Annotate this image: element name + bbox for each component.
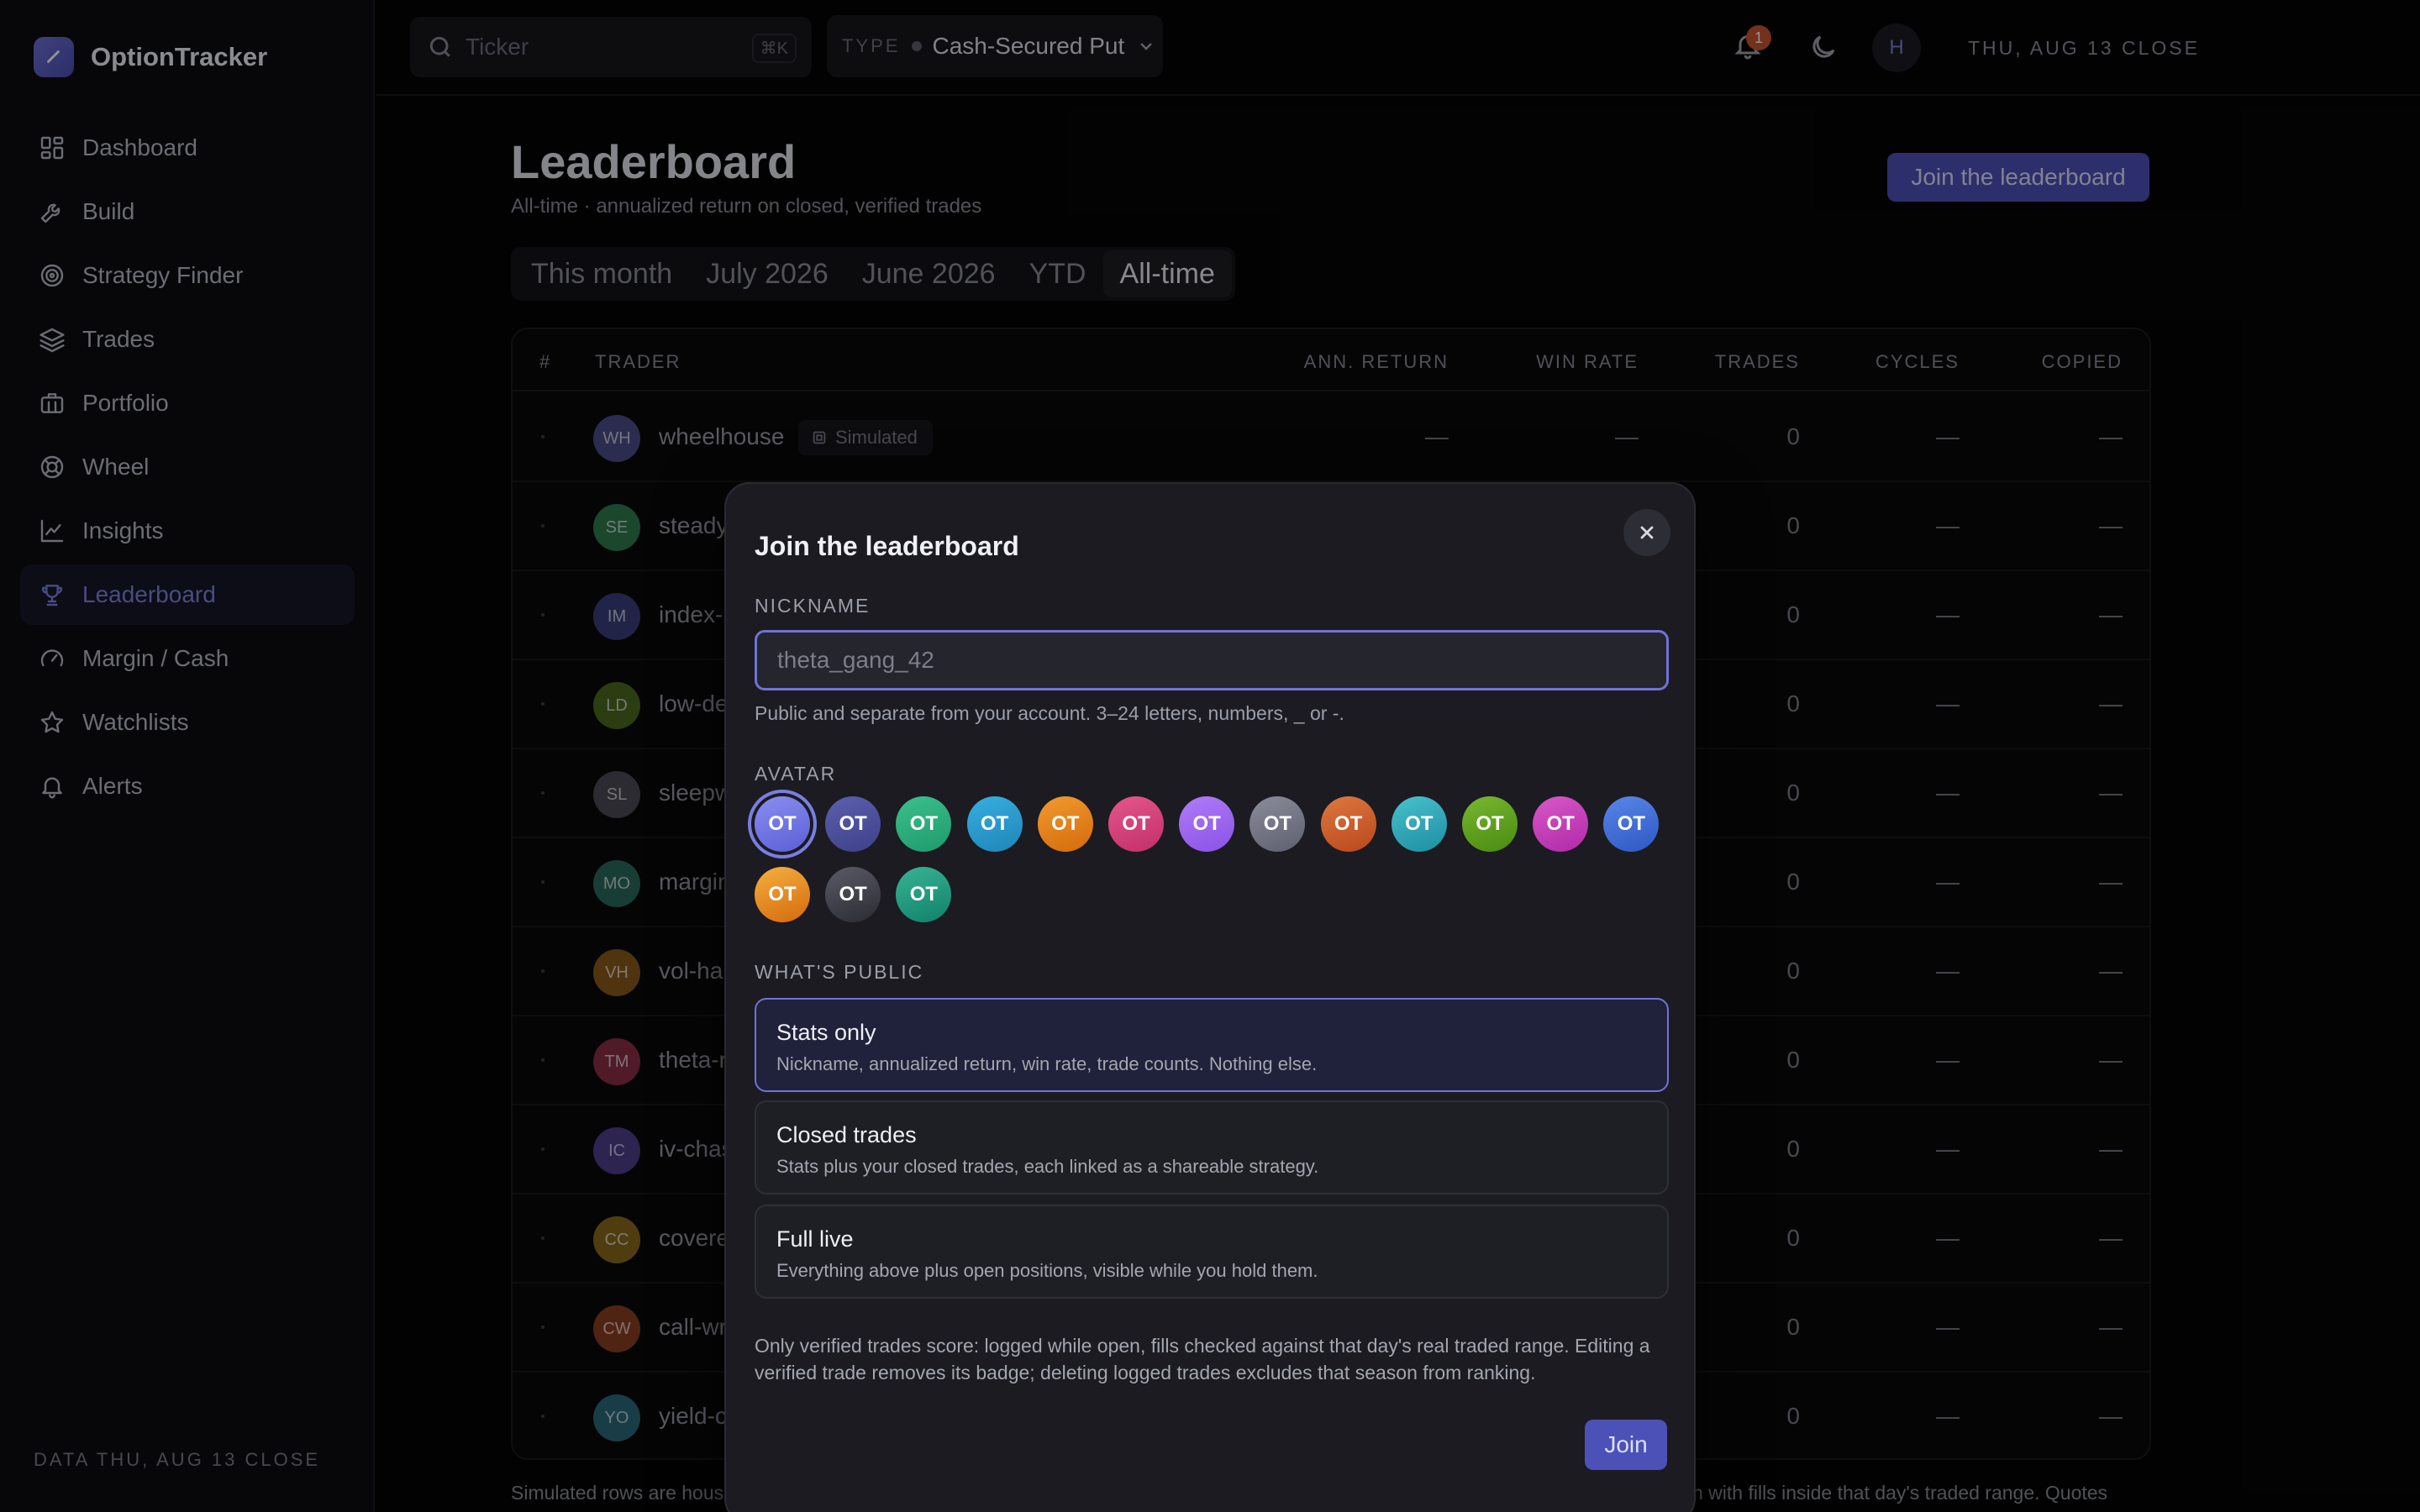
avatar-option[interactable]: OT xyxy=(1462,796,1518,852)
nickname-label: NICKNAME xyxy=(755,595,871,617)
avatar-option[interactable]: OT xyxy=(1179,796,1235,852)
verification-note: Only verified trades score: logged while… xyxy=(755,1335,1650,1383)
nickname-input[interactable] xyxy=(755,630,1669,690)
option-stats-only[interactable]: Stats only Nickname, annualized return, … xyxy=(755,998,1669,1092)
dialog-title: Join the leaderboard xyxy=(755,531,1019,561)
avatar-option[interactable]: OT xyxy=(1320,796,1376,852)
avatar-option[interactable]: OT xyxy=(896,867,952,922)
option-desc: Everything above plus open positions, vi… xyxy=(776,1260,1318,1281)
avatar-option[interactable]: OT xyxy=(1603,796,1660,852)
avatar-option[interactable]: OT xyxy=(1037,796,1093,852)
visibility-label: WHAT'S PUBLIC xyxy=(755,961,924,983)
avatar-option[interactable]: OT xyxy=(755,796,810,852)
option-desc: Nickname, annualized return, win rate, t… xyxy=(776,1053,1318,1074)
avatar-option[interactable]: OT xyxy=(825,796,881,852)
nickname-help: Public and separate from your account. 3… xyxy=(755,702,1344,724)
avatar-label: AVATAR xyxy=(755,763,837,785)
close-button[interactable] xyxy=(1623,509,1670,556)
avatar-option[interactable]: OT xyxy=(1391,796,1447,852)
avatar-option[interactable]: OT xyxy=(755,867,810,922)
close-icon xyxy=(1640,526,1654,539)
avatar-option[interactable]: OT xyxy=(825,867,881,922)
join-leaderboard-dialog: Join the leaderboard NICKNAME Public and… xyxy=(724,482,1696,1512)
option-title: Closed trades xyxy=(776,1122,917,1147)
option-desc: Stats plus your closed trades, each link… xyxy=(776,1156,1319,1177)
avatar-option[interactable]: OT xyxy=(1108,796,1164,852)
avatar-option[interactable]: OT xyxy=(1249,796,1306,852)
option-title: Full live xyxy=(776,1226,854,1252)
option-title: Stats only xyxy=(776,1020,876,1045)
join-button[interactable]: Join xyxy=(1585,1420,1667,1470)
avatar-option[interactable]: OT xyxy=(896,796,952,852)
avatar-option[interactable]: OT xyxy=(1533,796,1589,852)
avatar-option[interactable]: OT xyxy=(966,796,1023,852)
option-closed-trades[interactable]: Closed trades Stats plus your closed tra… xyxy=(755,1100,1669,1194)
option-full-live[interactable]: Full live Everything above plus open pos… xyxy=(755,1205,1669,1299)
